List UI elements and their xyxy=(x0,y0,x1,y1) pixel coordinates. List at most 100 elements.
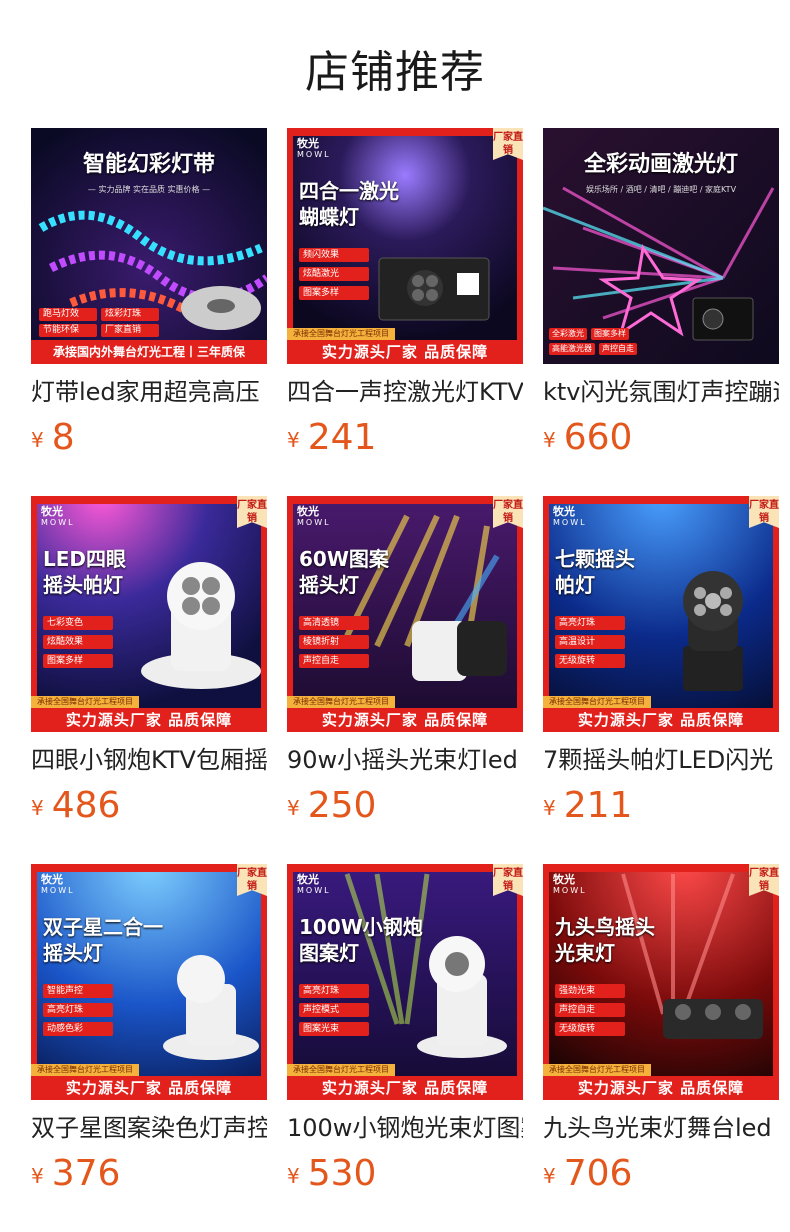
promo-strip: 实力源头厂家 品质保障 xyxy=(287,340,523,364)
price-value: 660 xyxy=(563,417,633,458)
product-image[interactable]: 厂家直销 牧光 MOWL 九头鸟摇头 光束灯 强劲光束 声控自走 无级旋转 承接全国舞台灯光工程… xyxy=(543,864,779,1100)
product-card[interactable]: 厂家直销 牧光 MOWL 九头鸟摇头 光束灯 强劲光束 声控自走 无级旋转 承接全国舞台灯光工程… xyxy=(543,864,779,1200)
product-card[interactable]: 厂家直销 牧光 MOWL 七颗摇头 帕灯 高亮灯珠 高温设计 无级旋转 承接全国舞台灯光工程项目… xyxy=(543,496,779,832)
project-note: 承接全国舞台灯光工程项目 xyxy=(543,1064,651,1076)
promo-strip: 实力源头厂家 品质保障 xyxy=(287,1076,523,1100)
currency-symbol: ¥ xyxy=(31,796,44,820)
product-price: ¥211 xyxy=(543,784,632,828)
price-value: 211 xyxy=(563,785,633,826)
feature-list: 跑马灯效 炫彩灯珠 节能环保 厂家直销 xyxy=(39,308,169,337)
image-title-line: 摇头灯 xyxy=(43,941,103,965)
feature-tag: 图案多样 xyxy=(591,328,629,340)
product-image[interactable]: 厂家直销 牧光 MOWL 100W小钢炮 图案灯 高亮灯珠 声控模式 图案光束 承接全国舞台灯光… xyxy=(287,864,523,1100)
feature-tag: 高亮灯珠 xyxy=(43,1003,113,1017)
image-title: 九头鸟摇头 光束灯 xyxy=(555,914,655,966)
product-name[interactable]: 九头鸟光束灯舞台led xyxy=(543,1112,779,1144)
product-card[interactable]: 厂家直销 牧光 MOWL 100W小钢炮 图案灯 高亮灯珠 声控模式 图案光束 承接全国舞台灯光… xyxy=(287,864,523,1200)
image-title-line: 双子星二合一 xyxy=(43,915,163,939)
product-image[interactable]: 智能幻彩灯带 — 实力品牌 实在品质 实惠价格 — 跑马灯效 炫彩灯珠 节能环保 厂家直销… xyxy=(31,128,267,364)
feature-tag: 高能激光器 xyxy=(549,343,595,355)
product-name[interactable]: 灯带led家用超亮高压 xyxy=(31,376,267,408)
image-title: 60W图案 摇头灯 xyxy=(299,546,389,598)
feature-tag: 炫酷效果 xyxy=(43,635,113,649)
product-price: ¥8 xyxy=(31,416,75,460)
product-card[interactable]: 厂家直销 牧光 MOWL 双子星二合一 摇头灯 智能声控 高亮灯珠 动感色彩 承接全国舞台灯光工… xyxy=(31,864,267,1200)
product-image[interactable]: 厂家直销 牧光 MOWL 60W图案 摇头灯 高清透镜 棱镜折射 声控自走 承接全国舞台灯光工程… xyxy=(287,496,523,732)
product-price: ¥706 xyxy=(543,1152,632,1196)
image-title-line: 摇头灯 xyxy=(299,573,359,597)
image-subtitle: 娱乐场所 / 酒吧 / 清吧 / 蹦迪吧 / 家庭KTV xyxy=(585,185,737,194)
image-title-line: 九头鸟摇头 xyxy=(555,915,655,939)
price-value: 530 xyxy=(307,1153,377,1194)
project-note: 承接全国舞台灯光工程项目 xyxy=(543,696,651,708)
product-name[interactable]: 四眼小钢炮KTV包厢摇头 xyxy=(31,744,267,776)
image-title-line: 帕灯 xyxy=(555,573,595,597)
project-note: 承接全国舞台灯光工程项目 xyxy=(31,696,139,708)
product-image[interactable]: 厂家直销 牧光 MOWL 七颗摇头 帕灯 高亮灯珠 高温设计 无级旋转 承接全国舞台灯光工程项目… xyxy=(543,496,779,732)
price-value: 241 xyxy=(307,417,377,458)
brand-logo-en: MOWL xyxy=(297,150,331,159)
product-name[interactable]: 90w小摇头光束灯led xyxy=(287,744,523,776)
feature-tag: 炫酷激光 xyxy=(299,267,369,281)
product-image[interactable]: 厂家直销 牧光 MOWL 双子星二合一 摇头灯 智能声控 高亮灯珠 动感色彩 承接全国舞台灯光工… xyxy=(31,864,267,1100)
promo-strip: 实力源头厂家 品质保障 xyxy=(287,708,523,732)
brand-logo-en: MOWL xyxy=(41,518,75,527)
image-title: 四合一激光 蝴蝶灯 xyxy=(299,178,399,230)
price-value: 8 xyxy=(51,417,75,458)
feature-tag: 高亮灯珠 xyxy=(299,984,369,998)
image-title-line: 七颗摇头 xyxy=(555,547,635,571)
image-title-line: 图案灯 xyxy=(299,941,359,965)
feature-list: 高清透镜棱镜折射声控自走 xyxy=(299,616,369,673)
currency-symbol: ¥ xyxy=(31,1164,44,1188)
feature-tag: 七彩变色 xyxy=(43,616,113,630)
brand-logo: 牧光 MOWL xyxy=(297,874,331,896)
feature-tag: 智能声控 xyxy=(43,984,113,998)
image-title-line: 60W图案 xyxy=(299,547,389,571)
feature-tag: 棱镜折射 xyxy=(299,635,369,649)
product-name[interactable]: 双子星图案染色灯声控 xyxy=(31,1112,267,1144)
currency-symbol: ¥ xyxy=(543,428,556,452)
brand-logo-en: MOWL xyxy=(297,886,331,895)
product-image[interactable]: 厂家直销 牧光 MOWL 四合一激光 蝴蝶灯 频闪效果 炫酷激光 图案多样 承接全国舞台灯光工程… xyxy=(287,128,523,364)
product-image[interactable]: 厂家直销 牧光 MOWL LED四眼 摇头帕灯 七彩变色 炫酷效果 图案多样 承接全国舞台灯光工… xyxy=(31,496,267,732)
product-card[interactable]: 厂家直销 牧光 MOWL LED四眼 摇头帕灯 七彩变色 炫酷效果 图案多样 承接全国舞台灯光工… xyxy=(31,496,267,832)
brand-logo: 牧光 MOWL xyxy=(41,506,75,528)
product-name[interactable]: 7颗摇头帕灯LED闪光 xyxy=(543,744,779,776)
product-price: ¥376 xyxy=(31,1152,120,1196)
feature-tag: 全彩激光 xyxy=(549,328,587,340)
promo-strip: 实力源头厂家 品质保障 xyxy=(31,1076,267,1100)
image-title: 智能幻彩灯带 xyxy=(82,152,215,177)
feature-tag: 高清透镜 xyxy=(299,616,369,630)
feature-tag: 图案多样 xyxy=(299,286,369,300)
image-title: 七颗摇头 帕灯 xyxy=(555,546,635,598)
feature-list: 高亮灯珠 高温设计 无级旋转 xyxy=(555,616,625,673)
feature-tag: 高亮灯珠 xyxy=(555,616,625,630)
project-note: 承接全国舞台灯光工程项目 xyxy=(287,696,395,708)
section-title: 店铺推荐 xyxy=(305,47,485,98)
currency-symbol: ¥ xyxy=(287,1164,300,1188)
product-name[interactable]: 四合一声控激光灯KTV xyxy=(287,376,523,408)
product-image[interactable]: 全彩动画激光灯 娱乐场所 / 酒吧 / 清吧 / 蹦迪吧 / 家庭KTV 全彩激光图… xyxy=(543,128,779,364)
brand-logo: 牧光 MOWL xyxy=(297,138,331,160)
product-card[interactable]: 全彩动画激光灯 娱乐场所 / 酒吧 / 清吧 / 蹦迪吧 / 家庭KTV 全彩激光图… xyxy=(543,128,779,464)
feature-list: 频闪效果炫酷激光图案多样 xyxy=(299,248,369,305)
feature-tag: 声控自走 xyxy=(299,654,369,668)
promo-strip: 实力源头厂家 品质保障 xyxy=(543,1076,779,1100)
price-value: 250 xyxy=(307,785,377,826)
feature-tag: 频闪效果 xyxy=(299,248,369,262)
product-price: ¥241 xyxy=(287,416,376,460)
product-card[interactable]: 厂家直销 牧光 MOWL 四合一激光 蝴蝶灯 频闪效果 炫酷激光 图案多样 承接全国舞台灯光工程… xyxy=(287,128,523,464)
feature-tag: 炫彩灯珠 xyxy=(101,308,159,321)
product-name[interactable]: ktv闪光氛围灯声控蹦迪 xyxy=(543,376,779,408)
feature-tag: 无级旋转 xyxy=(555,654,625,668)
product-card[interactable]: 智能幻彩灯带 — 实力品牌 实在品质 实惠价格 — 跑马灯效 炫彩灯珠 节能环保 厂家直销… xyxy=(31,128,267,464)
feature-tag: 声控自走 xyxy=(555,1003,625,1017)
price-value: 486 xyxy=(51,785,121,826)
feature-list: 智能声控 高亮灯珠 动感色彩 xyxy=(43,984,113,1041)
product-name[interactable]: 100w小钢炮光束灯图案 xyxy=(287,1112,523,1144)
image-subtitle: — 实力品牌 实在品质 实惠价格 — xyxy=(87,185,211,194)
brand-logo: 牧光 MOWL xyxy=(297,506,331,528)
product-price: ¥660 xyxy=(543,416,632,460)
product-card[interactable]: 厂家直销 牧光 MOWL 60W图案 摇头灯 高清透镜 棱镜折射 声控自走 承接全国舞台灯光工程… xyxy=(287,496,523,832)
image-title: LED四眼 摇头帕灯 xyxy=(43,546,126,598)
